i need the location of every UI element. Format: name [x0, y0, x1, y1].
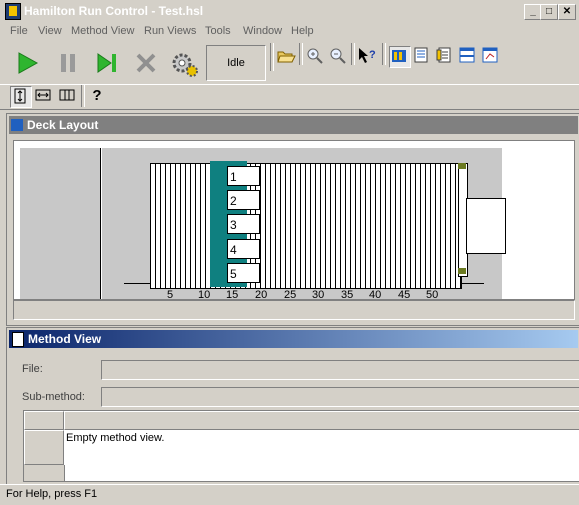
- menu-tools[interactable]: Tools: [205, 25, 231, 37]
- ruler-label: 40: [369, 289, 382, 300]
- method-view-icon: [12, 332, 24, 347]
- ruler-label: 5: [167, 289, 174, 300]
- abort-icon: [136, 53, 156, 73]
- method-view-icon: [436, 47, 451, 63]
- deck-layout-titlebar[interactable]: Deck Layout: [9, 116, 578, 134]
- status-bar: For Help, press F1: [0, 484, 579, 505]
- deck-side-device[interactable]: [466, 198, 506, 254]
- menu-run-views[interactable]: Run Views: [144, 25, 196, 37]
- deck-right-marker-top: [458, 163, 466, 169]
- ruler-label: 10: [198, 289, 211, 300]
- help-button[interactable]: ?: [87, 86, 107, 106]
- menu-method-view[interactable]: Method View: [71, 25, 134, 37]
- context-help-icon: ?: [359, 48, 376, 63]
- menu-help[interactable]: Help: [291, 25, 314, 37]
- step-button[interactable]: [95, 51, 121, 77]
- app-icon: [5, 3, 21, 20]
- fit-all-icon: [59, 89, 75, 101]
- carrier-slot-2[interactable]: 2: [227, 190, 260, 210]
- step-icon: [97, 53, 116, 73]
- method-view-window: Method View File: Sub-method: Empty meth…: [6, 327, 579, 487]
- ruler-label: 30: [312, 289, 325, 300]
- title-bar[interactable]: Hamilton Run Control - Test.hsl _ □ ✕: [0, 0, 579, 22]
- zoom-out-icon: [330, 48, 346, 64]
- ruler-label: 35: [341, 289, 354, 300]
- zoom-in-icon: [307, 48, 323, 64]
- ruler-label: 15: [226, 289, 239, 300]
- deck-right-marker-bottom: [458, 268, 466, 274]
- carrier-slot-1[interactable]: 1: [227, 166, 260, 186]
- deck-layout-window: Deck Layout 1 2 3 4 5 5 10 15 20 25 30 3…: [6, 113, 579, 326]
- deck-layout-icon: [11, 119, 23, 131]
- deck-tracks: [150, 163, 462, 289]
- window-view-button[interactable]: [481, 46, 501, 66]
- help-icon: ?: [92, 87, 102, 104]
- fit-width-button[interactable]: [34, 86, 54, 106]
- deck-scrollbar-area[interactable]: [13, 300, 575, 320]
- window-title: Hamilton Run Control - Test.hsl: [24, 4, 204, 18]
- menu-bar: File View Method View Run Views Tools Wi…: [0, 22, 579, 41]
- menu-window[interactable]: Window: [243, 25, 282, 37]
- carrier-slot-5[interactable]: 5: [227, 263, 260, 283]
- carrier-slot-3[interactable]: 3: [227, 214, 260, 234]
- grid-column-header[interactable]: [64, 411, 579, 430]
- play-button[interactable]: [15, 51, 41, 77]
- method-view-button[interactable]: [435, 46, 455, 66]
- svg-text:?: ?: [369, 49, 376, 61]
- trace-view-icon: [414, 47, 428, 63]
- ruler-label: 25: [284, 289, 297, 300]
- menu-view[interactable]: View: [38, 25, 62, 37]
- abort-button[interactable]: [134, 51, 160, 77]
- fit-height-icon: [14, 88, 26, 104]
- deck-canvas[interactable]: 1 2 3 4 5 5 10 15 20 25 30 35 40 45 50: [13, 140, 575, 300]
- window-view-icon: [482, 47, 498, 63]
- zoom-in-button[interactable]: [305, 46, 325, 66]
- play-icon: [18, 52, 39, 74]
- trace-view-button[interactable]: [412, 46, 432, 66]
- submethod-label: Sub-method:: [22, 391, 85, 403]
- ruler-label: 50: [426, 289, 439, 300]
- run-status-text: Idle: [227, 57, 245, 69]
- submethod-field[interactable]: [101, 387, 579, 407]
- close-button[interactable]: ✕: [558, 4, 576, 20]
- deck-layout-view-icon: [392, 50, 406, 62]
- run-status-box: Idle: [206, 45, 266, 81]
- open-folder-icon: [277, 51, 296, 63]
- grid-row-header[interactable]: [24, 430, 64, 465]
- file-field[interactable]: [101, 360, 579, 380]
- file-label: File:: [22, 363, 43, 375]
- method-grid[interactable]: Empty method view.: [23, 410, 579, 482]
- deck-ruler: 5 10 15 20 25 30 35 40 45 50: [14, 289, 574, 300]
- ruler-label: 20: [255, 289, 268, 300]
- method-view-titlebar[interactable]: Method View: [9, 330, 578, 348]
- split-view-icon: [459, 47, 475, 63]
- pause-icon: [61, 54, 75, 72]
- fit-all-button[interactable]: [58, 86, 78, 106]
- grid-row-header-lower: [24, 465, 65, 481]
- menu-file[interactable]: File: [10, 25, 28, 37]
- simulation-button[interactable]: [170, 49, 200, 79]
- open-button[interactable]: [276, 46, 296, 66]
- maximize-button[interactable]: □: [540, 4, 558, 20]
- context-help-button[interactable]: ?: [357, 46, 377, 66]
- grid-empty-message: Empty method view.: [66, 432, 165, 444]
- carrier-slot-4[interactable]: 4: [227, 239, 260, 259]
- fit-height-button[interactable]: [10, 86, 32, 108]
- simulation-gear-icon: [172, 53, 198, 77]
- split-view-button[interactable]: [458, 46, 478, 66]
- method-view-title: Method View: [28, 332, 102, 346]
- pause-button[interactable]: [56, 51, 82, 77]
- deck-layout-view-button[interactable]: [389, 46, 411, 68]
- status-text: For Help, press F1: [6, 488, 98, 500]
- main-toolbar: Idle ?: [0, 43, 579, 83]
- secondary-toolbar: ?: [0, 84, 579, 110]
- deck-layout-title: Deck Layout: [27, 118, 99, 132]
- zoom-out-button[interactable]: [328, 46, 348, 66]
- fit-width-icon: [35, 89, 51, 101]
- deck-left-area: [20, 148, 101, 299]
- ruler-label: 45: [398, 289, 411, 300]
- grid-corner-header: [24, 411, 64, 430]
